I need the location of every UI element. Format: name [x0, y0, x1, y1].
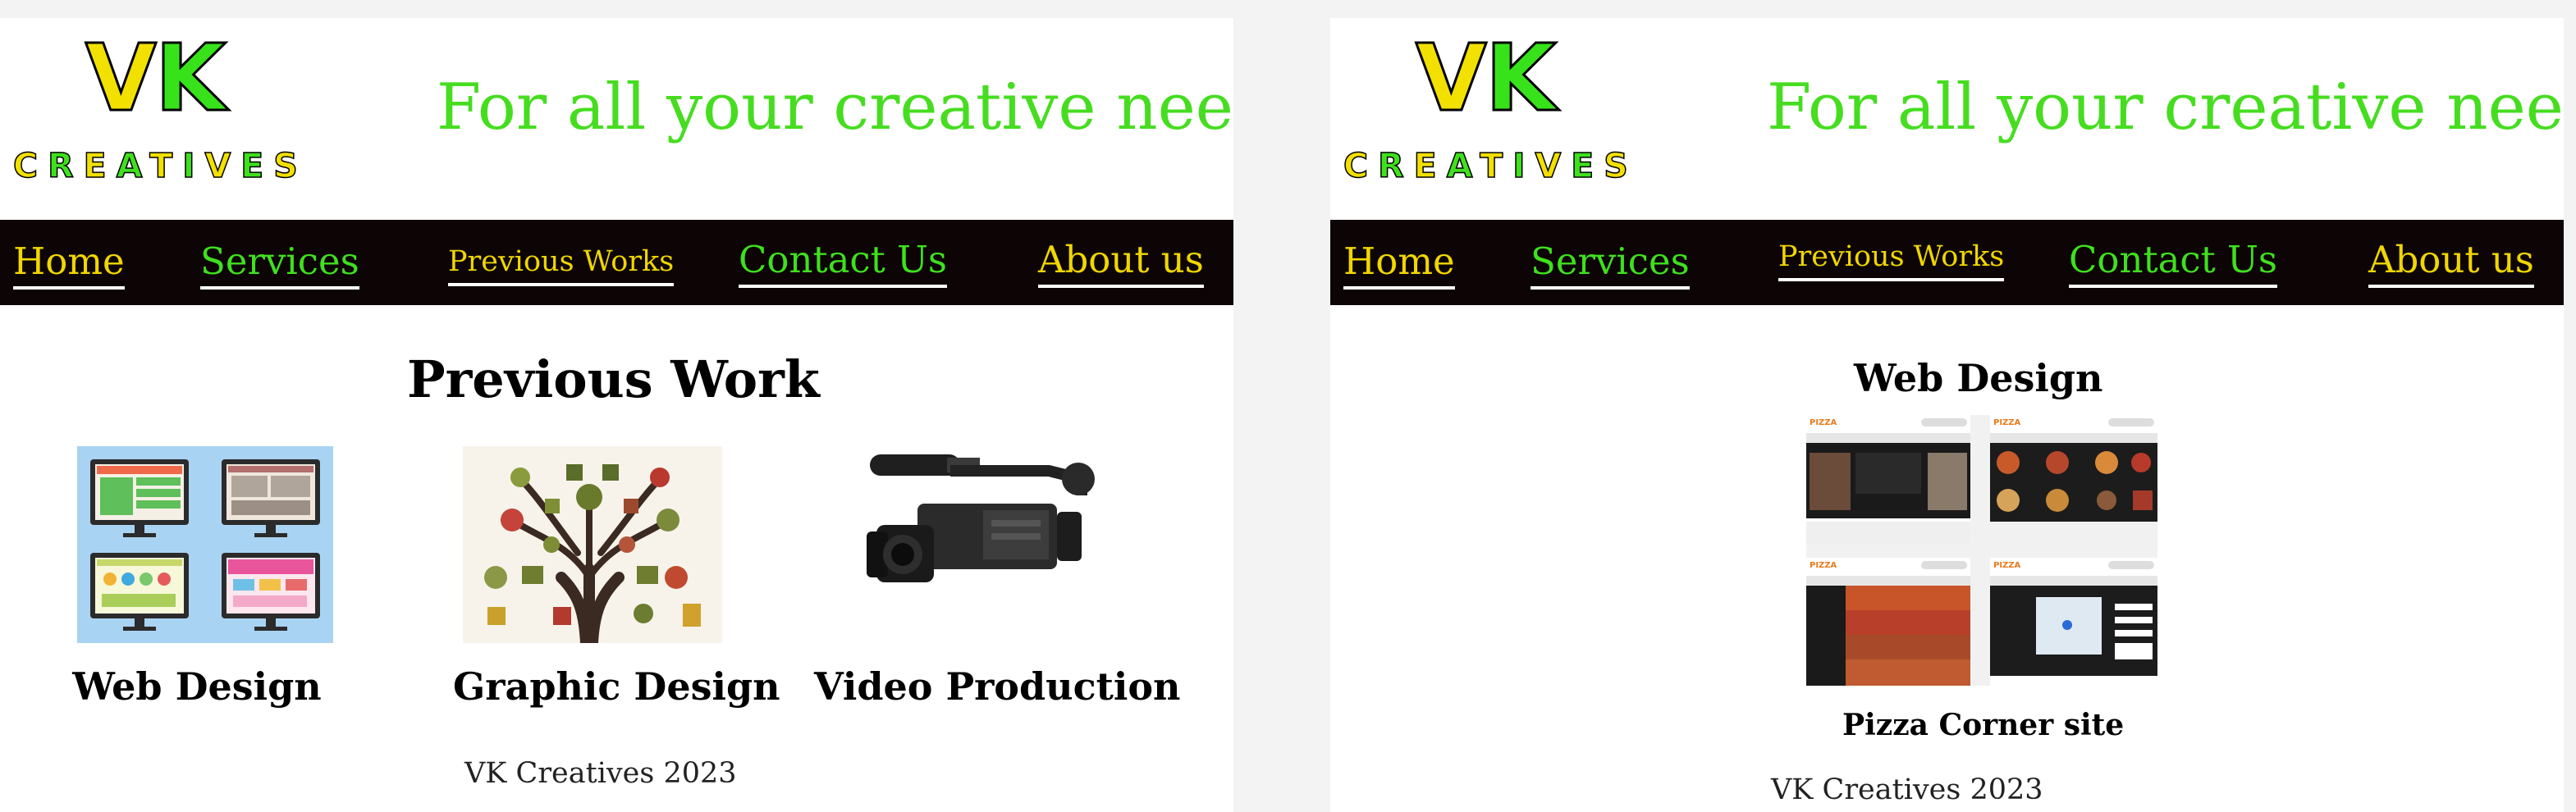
footer-copyright: VK Creatives 2023 — [464, 757, 737, 790]
svg-text:PIZZA: PIZZA — [1993, 418, 2021, 427]
vk-creatives-logo[interactable]: VK CREATIVES — [1340, 25, 1652, 197]
video-camera-icon[interactable] — [860, 446, 1106, 643]
footer-copyright: VK Creatives 2023 — [1771, 773, 2043, 806]
svg-text:PIZZA: PIZZA — [1810, 561, 1837, 570]
nav-home-link[interactable]: Home — [1343, 243, 1455, 290]
pizza-menu-screenshot: PIZZA — [1990, 415, 2157, 522]
video-production-card[interactable]: Video Production — [814, 446, 1180, 705]
monitors-icon[interactable] — [77, 446, 333, 643]
pizza-site-screenshots[interactable]: PIZZA PIZZA PIZZA PIZZA — [1806, 415, 2157, 686]
svg-text:PIZZA: PIZZA — [1993, 561, 2021, 570]
graphic-design-card[interactable]: Graphic Design — [450, 446, 780, 705]
graphic-design-label: Graphic Design — [453, 664, 780, 709]
nav-about-link[interactable]: About us — [2368, 241, 2534, 288]
project-caption: Pizza Corner site — [1842, 708, 2125, 742]
svg-text:PIZZA: PIZZA — [1810, 418, 1837, 427]
logo-vk-text: VK — [85, 25, 227, 132]
logo-creatives-text: CREATIVES — [1343, 146, 1638, 185]
nav-home-link[interactable]: Home — [13, 243, 125, 290]
nav-services-link[interactable]: Services — [1531, 243, 1690, 290]
page-title: Previous Work — [407, 349, 820, 409]
nav-previous-works-link[interactable]: Previous Works — [448, 248, 675, 286]
nav-contact-link[interactable]: Contact Us — [2069, 241, 2278, 288]
nav-services-link[interactable]: Services — [200, 243, 359, 290]
nav-contact-link[interactable]: Contact Us — [739, 241, 948, 288]
page-title: Web Design — [1854, 356, 2103, 400]
main-nav: Home Services Previous Works Contact Us … — [0, 220, 1233, 305]
previous-work-page: VK CREATIVES For all your creative needs… — [0, 18, 1233, 812]
logo-creatives-text: CREATIVES — [12, 146, 308, 185]
main-nav: Home Services Previous Works Contact Us … — [1330, 220, 2564, 305]
pizza-order-screenshot: PIZZA — [1806, 558, 1970, 686]
icon-tree-icon[interactable] — [463, 446, 722, 643]
video-production-label: Video Production — [814, 664, 1181, 709]
vk-creatives-logo[interactable]: VK CREATIVES — [10, 25, 322, 197]
nav-about-link[interactable]: About us — [1038, 241, 1204, 288]
web-design-page: VK CREATIVES For all your creative needs… — [1330, 18, 2564, 812]
nav-previous-works-link[interactable]: Previous Works — [1778, 243, 2005, 281]
web-design-label: Web Design — [72, 664, 322, 709]
tagline: For all your creative needs — [1767, 71, 2564, 144]
pizza-home-screenshot: PIZZA — [1806, 415, 1970, 543]
logo-vk-text: VK — [1415, 25, 1558, 132]
web-design-card[interactable]: Web Design — [64, 446, 343, 705]
pizza-contact-screenshot: PIZZA — [1990, 558, 2157, 686]
tagline: For all your creative needs — [437, 71, 1233, 144]
